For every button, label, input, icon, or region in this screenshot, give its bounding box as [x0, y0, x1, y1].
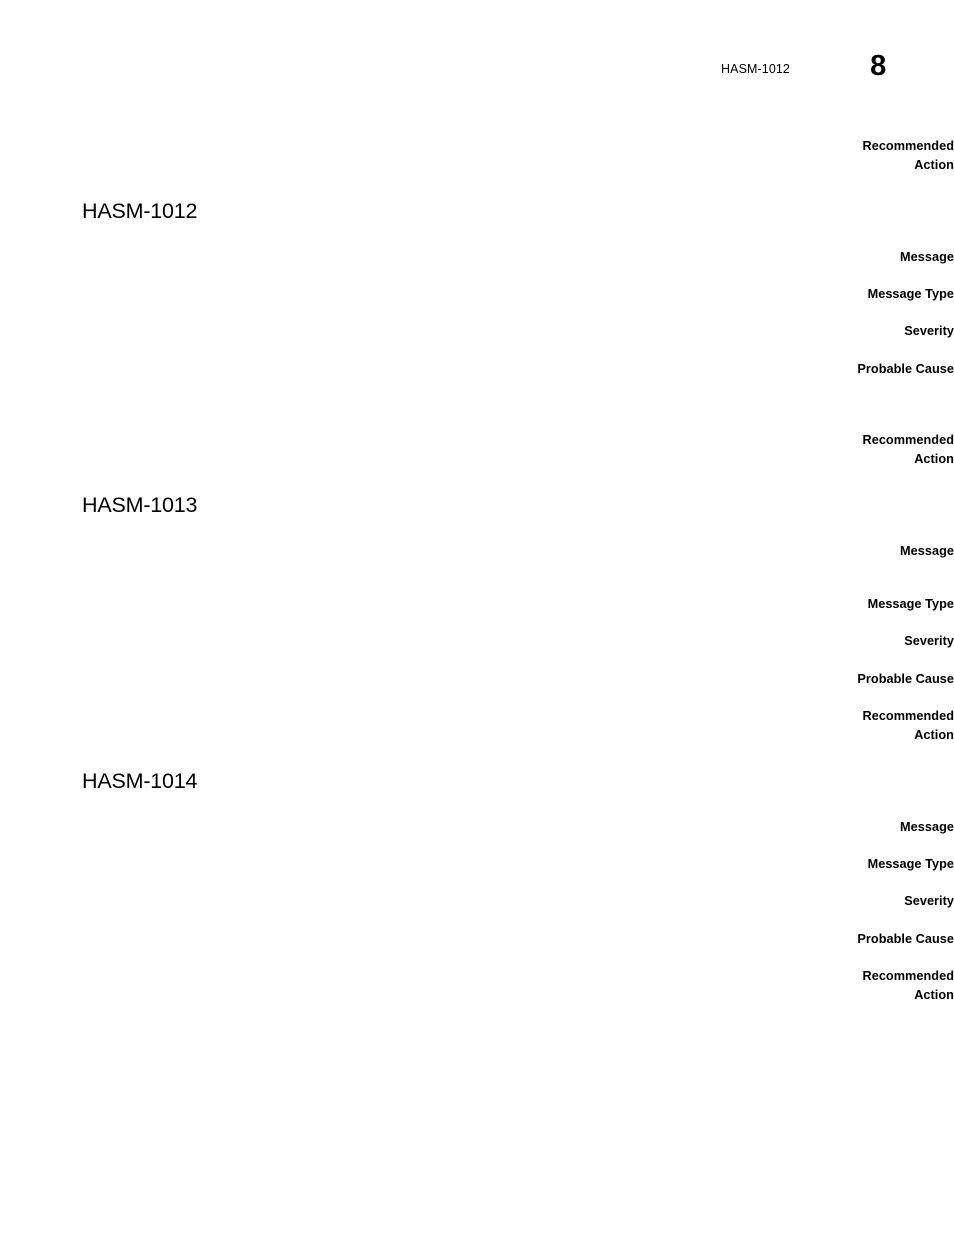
document-page: HASM-1012 8 Recommended Action HASM-1012…: [0, 0, 954, 1235]
field-label-probable-cause: Probable Cause: [857, 362, 954, 376]
document-body: Recommended Action HASM-1012 Message Mes…: [0, 0, 954, 1235]
section-heading-hasm-1013: HASM-1013: [82, 493, 198, 517]
field-label-severity: Severity: [904, 324, 954, 338]
field-label-recommended-action: Recommended Action: [862, 139, 954, 172]
field-label-severity: Severity: [904, 634, 954, 648]
field-label-message: Message: [900, 544, 954, 558]
field-label-message: Message: [900, 820, 954, 834]
field-label-message-type: Message Type: [867, 287, 954, 301]
section-heading-hasm-1014: HASM-1014: [82, 769, 198, 793]
field-label-message-type: Message Type: [867, 857, 954, 871]
field-label-message-type: Message Type: [867, 597, 954, 611]
field-label-probable-cause: Probable Cause: [857, 672, 954, 686]
section-heading-hasm-1012: HASM-1012: [82, 199, 198, 223]
field-label-probable-cause: Probable Cause: [857, 932, 954, 946]
field-label-severity: Severity: [904, 894, 954, 908]
field-label-recommended-action: Recommended Action: [862, 969, 954, 1002]
field-label-message: Message: [900, 250, 954, 264]
field-label-recommended-action: Recommended Action: [862, 433, 954, 466]
field-label-recommended-action: Recommended Action: [862, 709, 954, 742]
